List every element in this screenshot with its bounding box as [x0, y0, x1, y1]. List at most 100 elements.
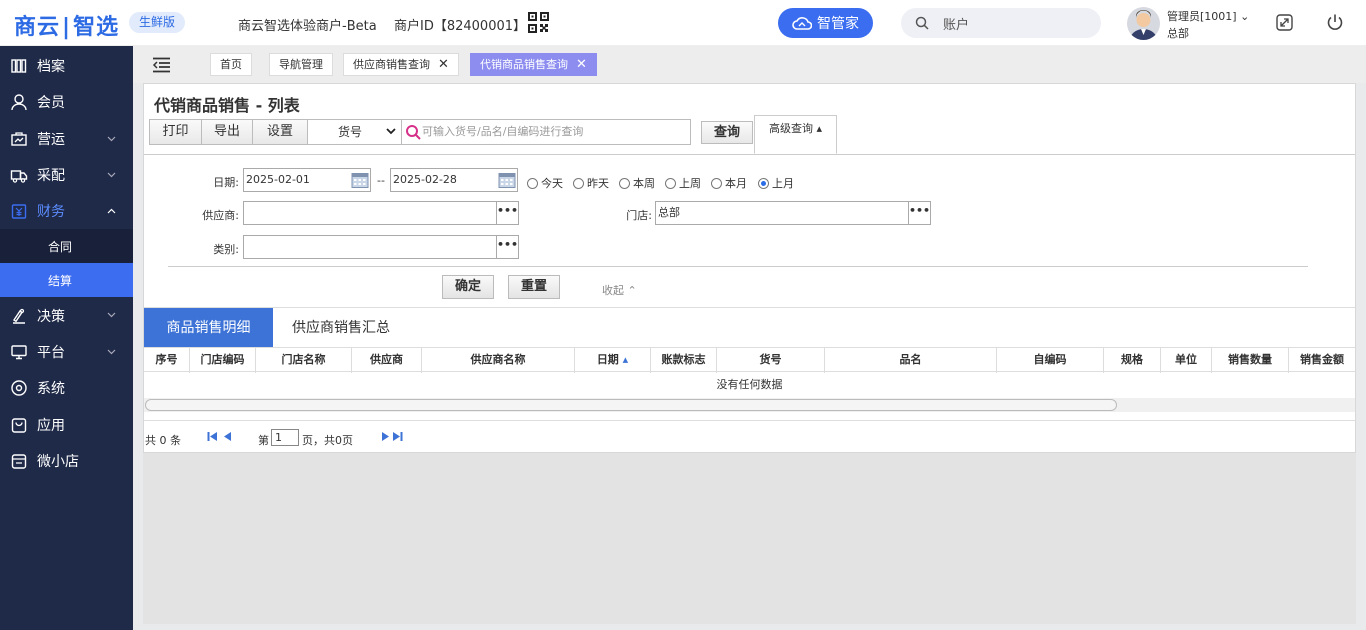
advanced-query-tab[interactable]: 高级查询 ▴ [754, 115, 837, 154]
radio-circle[interactable] [527, 177, 538, 189]
account-search[interactable]: 账户 [901, 8, 1101, 38]
radio-last-week[interactable]: 上周 [665, 175, 701, 191]
settings-button[interactable]: 设置 [252, 119, 308, 145]
radio-yesterday[interactable]: 昨天 [573, 175, 609, 191]
qr-code-icon[interactable] [528, 12, 549, 33]
sidebar-sub-item-contract[interactable]: 合同 [0, 229, 133, 264]
sidebar-item-decision[interactable]: 决策 [0, 297, 133, 333]
tab-consignment-sales-query[interactable]: 代销商品销售查询 ✕ [470, 53, 597, 76]
date-to-input[interactable]: 2025-02-28 [390, 168, 518, 192]
merchant-name: 商云智选体验商户-Beta [238, 19, 377, 34]
close-icon[interactable]: ✕ [438, 57, 449, 72]
query-button[interactable]: 查询 [701, 121, 753, 144]
column-header[interactable]: 供应商 [352, 348, 422, 373]
chevron-down-icon [386, 128, 396, 135]
page-number-input[interactable]: 1 [271, 429, 299, 446]
tab-supplier-sales-query[interactable]: 供应商销售查询 ✕ [343, 53, 459, 76]
sidebar-item-app[interactable]: 应用 [0, 406, 133, 442]
more-icon[interactable]: ••• [496, 202, 518, 224]
store-label: 门店: [626, 209, 652, 222]
print-button[interactable]: 打印 [149, 119, 202, 145]
next-page-icon[interactable] [381, 431, 390, 442]
radio-today[interactable]: 今天 [527, 175, 563, 191]
column-header[interactable]: 门店名称 [256, 348, 352, 373]
category-input[interactable]: ••• [243, 235, 519, 259]
finance-icon [11, 204, 27, 220]
column-header[interactable]: 品名 [825, 348, 997, 373]
tab-supplier-sales-summary[interactable]: 供应商销售汇总 [273, 308, 409, 348]
sidebar-item-platform[interactable]: 平台 [0, 334, 133, 370]
column-header[interactable]: 供应商名称 [422, 348, 575, 373]
radio-this-month[interactable]: 本月 [711, 175, 747, 191]
scrollbar-thumb[interactable] [145, 399, 1117, 411]
column-header[interactable]: 自编码 [997, 348, 1104, 373]
sidebar-item-label: 系统 [37, 381, 65, 398]
first-page-icon[interactable] [207, 431, 218, 442]
column-header[interactable]: 单位 [1161, 348, 1212, 373]
radio-circle[interactable] [711, 177, 722, 189]
export-button[interactable]: 导出 [201, 119, 253, 145]
page-suffix: 页，共0页 [302, 434, 353, 447]
supplier-input[interactable]: ••• [243, 201, 519, 225]
tab-nav-management[interactable]: 导航管理 [269, 53, 333, 76]
prev-page-icon[interactable] [223, 431, 232, 442]
date-from-input[interactable]: 2025-02-01 [243, 168, 371, 192]
radio-circle[interactable] [573, 177, 584, 189]
column-header[interactable]: 销售金额 [1289, 348, 1355, 373]
user-store: 总部 [1167, 27, 1189, 40]
collapse-link[interactable]: 收起 ⌃ [602, 282, 637, 298]
horizontal-scrollbar[interactable] [144, 398, 1355, 412]
column-header-date[interactable]: 日期 ▴ [575, 348, 651, 373]
sidebar-item-system[interactable]: 系统 [0, 370, 133, 406]
more-icon[interactable]: ••• [496, 236, 518, 258]
calendar-icon[interactable] [498, 171, 516, 189]
logo[interactable]: 商云|智选 [14, 9, 119, 41]
more-icon[interactable]: ••• [908, 202, 930, 224]
column-header[interactable]: 序号 [144, 348, 190, 373]
radio-circle[interactable] [619, 177, 630, 189]
chevron-down-icon [107, 313, 116, 318]
power-icon[interactable] [1326, 13, 1344, 31]
assistant-button[interactable]: 智管家 [778, 8, 873, 38]
sidebar: 档案 会员 营运 采配 财务 合同 结算 决策 平台 系统 应用 微小店 [0, 46, 133, 630]
avatar[interactable] [1127, 7, 1160, 40]
reset-button[interactable]: 重置 [508, 275, 560, 299]
chevron-down-icon: ⌄ [1240, 10, 1250, 23]
chevron-up-icon [107, 208, 116, 214]
sidebar-item-member[interactable]: 会员 [0, 84, 133, 120]
sidebar-item-operations[interactable]: 营运 [0, 121, 133, 157]
radio-circle[interactable] [758, 177, 769, 189]
sidebar-item-archive[interactable]: 档案 [0, 48, 133, 84]
sidebar-item-procurement[interactable]: 采配 [0, 157, 133, 193]
total-count: 共 0 条 [145, 434, 181, 447]
tab-home[interactable]: 首页 [210, 53, 252, 76]
column-header[interactable]: 门店编码 [190, 348, 256, 373]
menu-collapse-icon[interactable] [152, 57, 171, 73]
sidebar-sub-item-settlement[interactable]: 结算 [0, 263, 133, 298]
column-header[interactable]: 销售数量 [1212, 348, 1289, 373]
sidebar-item-finance[interactable]: 财务 [0, 193, 133, 229]
radio-last-month[interactable]: 上月 [758, 175, 794, 191]
close-icon[interactable]: ✕ [576, 57, 587, 72]
search-field-select[interactable]: 货号 [307, 119, 403, 145]
store-input[interactable]: 总部 ••• [655, 201, 931, 225]
calendar-icon[interactable] [351, 171, 369, 189]
column-header[interactable]: 货号 [717, 348, 825, 373]
radio-circle[interactable] [665, 177, 676, 189]
last-page-icon[interactable] [392, 431, 403, 442]
sidebar-item-label: 采配 [37, 168, 65, 185]
truck-icon [10, 170, 28, 183]
column-header[interactable]: 规格 [1104, 348, 1161, 373]
tabs-bar: 首页 导航管理 供应商销售查询 ✕ 代销商品销售查询 ✕ [133, 46, 1366, 83]
tab-product-sales-detail[interactable]: 商品销售明细 [144, 308, 273, 348]
radio-this-week[interactable]: 本周 [619, 175, 655, 191]
column-header[interactable]: 账款标志 [651, 348, 717, 373]
assistant-label: 智管家 [817, 16, 859, 32]
fullscreen-icon[interactable] [1276, 14, 1293, 31]
confirm-button[interactable]: 确定 [442, 275, 494, 299]
user-name[interactable]: 管理员[1001] ⌄ [1167, 8, 1249, 24]
search-input[interactable]: 可输入货号/品名/自编码进行查询 [401, 119, 691, 145]
chevron-down-icon [107, 349, 116, 355]
sidebar-item-shop[interactable]: 微小店 [0, 443, 133, 479]
grid-header: 序号 门店编码 门店名称 供应商 供应商名称 日期 ▴ 账款标志 货号 品名 自… [144, 347, 1355, 373]
